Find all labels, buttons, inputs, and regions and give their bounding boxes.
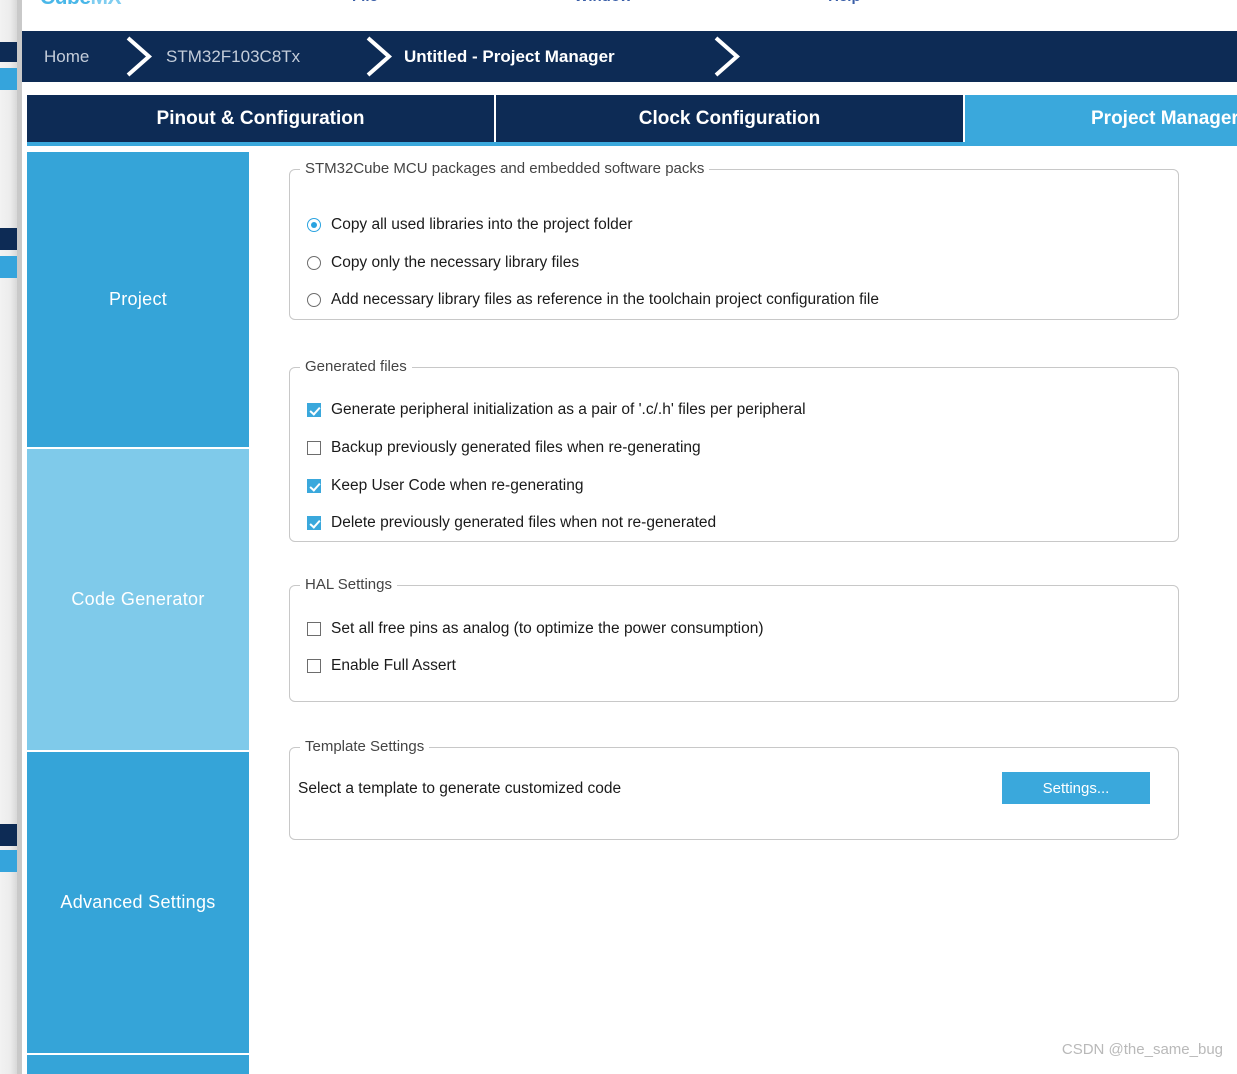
background-fragment-blue-1 [0, 68, 17, 90]
group-hal-settings: HAL Settings Set all free pins as analog… [289, 576, 1179, 702]
menu-item-file[interactable]: File [352, 0, 378, 5]
group-generated-files: Generated files Generate peripheral init… [289, 358, 1179, 542]
logo-cube-text: Cube [40, 0, 91, 9]
project-manager-content: STM32Cube MCU packages and embedded soft… [249, 152, 1237, 1074]
breadcrumb-chevron-3-icon [710, 31, 744, 82]
group-title-hal-settings: HAL Settings [300, 576, 397, 593]
group-template-settings: Template Settings Select a template to g… [289, 738, 1179, 840]
tab-project-manager[interactable]: Project Manager [965, 95, 1237, 142]
checkbox-keep-user-code-icon[interactable] [307, 479, 321, 493]
background-fragment-blue-3 [0, 850, 17, 872]
menu-bar: File Window Help [352, 0, 1053, 6]
tab-active-underline [27, 142, 1237, 146]
checkbox-row-free-pins-analog[interactable]: Set all free pins as analog (to optimize… [307, 620, 764, 638]
menu-item-window[interactable]: Window [574, 0, 631, 5]
checkbox-label-keep-user-code: Keep User Code when re-generating [331, 477, 584, 494]
checkbox-label-enable-full-assert: Enable Full Assert [331, 657, 456, 674]
checkbox-enable-full-assert-icon[interactable] [307, 659, 321, 673]
radio-copy-necessary-files-icon[interactable] [307, 256, 321, 270]
watermark: CSDN @the_same_bug [1061, 1041, 1223, 1058]
group-title-mcu-packages: STM32Cube MCU packages and embedded soft… [300, 160, 710, 177]
checkbox-label-free-pins-analog: Set all free pins as analog (to optimize… [331, 620, 764, 637]
title-and-menu-bar: CubeMX File Window Help [22, 0, 1237, 28]
radio-row-copy-necessary-files[interactable]: Copy only the necessary library files [307, 254, 579, 272]
radio-row-copy-all-libraries[interactable]: Copy all used libraries into the project… [307, 216, 633, 234]
checkbox-delete-previously-generated-icon[interactable] [307, 516, 321, 530]
radio-label-copy-necessary-files: Copy only the necessary library files [331, 254, 580, 271]
background-fragment-navy-2 [0, 228, 17, 250]
cubemx-logo: CubeMX [40, 0, 121, 10]
main-window: CubeMX File Window Help Home STM32F103C8… [22, 0, 1237, 1074]
sidebar-item-advanced-settings[interactable]: Advanced Settings [27, 752, 249, 1053]
radio-label-add-as-reference: Add necessary library files as reference… [331, 291, 879, 308]
radio-add-as-reference-icon[interactable] [307, 293, 321, 307]
breadcrumb-chevron-1-icon [122, 31, 156, 82]
template-description: Select a template to generate customized… [298, 780, 622, 797]
breadcrumb-item-mcu[interactable]: STM32F103C8Tx [166, 31, 300, 82]
sidebar: Project Code Generator Advanced Settings [27, 152, 249, 1074]
group-title-generated-files: Generated files [300, 358, 412, 375]
tab-pinout-configuration[interactable]: Pinout & Configuration [27, 95, 494, 142]
sidebar-item-extra[interactable] [27, 1055, 249, 1074]
radio-label-copy-all-libraries: Copy all used libraries into the project… [331, 216, 633, 233]
breadcrumb-item-project-manager[interactable]: Untitled - Project Manager [404, 31, 615, 82]
checkbox-row-backup-previously-generated[interactable]: Backup previously generated files when r… [307, 439, 701, 457]
breadcrumb-chevron-2-icon [362, 31, 396, 82]
tab-bar: Pinout & Configuration Clock Configurati… [22, 95, 1237, 146]
checkbox-row-keep-user-code[interactable]: Keep User Code when re-generating [307, 477, 583, 495]
background-fragment-navy-1 [0, 42, 17, 62]
stm32cubemx-window: CubeMX File Window Help Home STM32F103C8… [0, 0, 1237, 1074]
checkbox-backup-previously-generated-icon[interactable] [307, 441, 321, 455]
checkbox-label-generate-peripheral-init: Generate peripheral initialization as a … [331, 401, 806, 418]
checkbox-label-delete-previously-generated: Delete previously generated files when n… [331, 514, 717, 531]
group-title-template-settings: Template Settings [300, 738, 430, 755]
radio-row-add-as-reference[interactable]: Add necessary library files as reference… [307, 291, 879, 309]
sidebar-item-code-generator[interactable]: Code Generator [27, 449, 249, 750]
background-fragment-blue-2 [0, 256, 17, 278]
sidebar-item-project[interactable]: Project [27, 152, 249, 447]
logo-mx-text: MX [91, 0, 122, 9]
checkbox-row-enable-full-assert[interactable]: Enable Full Assert [307, 657, 456, 675]
radio-copy-all-libraries-icon[interactable] [307, 218, 321, 232]
background-fragment-navy-3 [0, 824, 17, 846]
tab-clock-configuration[interactable]: Clock Configuration [496, 95, 963, 142]
template-settings-button[interactable]: Settings... [1002, 772, 1150, 804]
group-mcu-packages: STM32Cube MCU packages and embedded soft… [289, 160, 1179, 320]
checkbox-row-delete-previously-generated[interactable]: Delete previously generated files when n… [307, 514, 716, 532]
breadcrumb: Home STM32F103C8Tx Untitled - Project Ma… [22, 31, 1237, 82]
breadcrumb-item-home[interactable]: Home [44, 31, 89, 82]
checkbox-free-pins-analog-icon[interactable] [307, 622, 321, 636]
checkbox-generate-peripheral-init-icon[interactable] [307, 403, 321, 417]
menu-item-help[interactable]: Help [828, 0, 861, 5]
checkbox-label-backup-previously-generated: Backup previously generated files when r… [331, 439, 701, 456]
checkbox-row-generate-peripheral-init[interactable]: Generate peripheral initialization as a … [307, 401, 806, 419]
background-window-strip [0, 0, 17, 1074]
